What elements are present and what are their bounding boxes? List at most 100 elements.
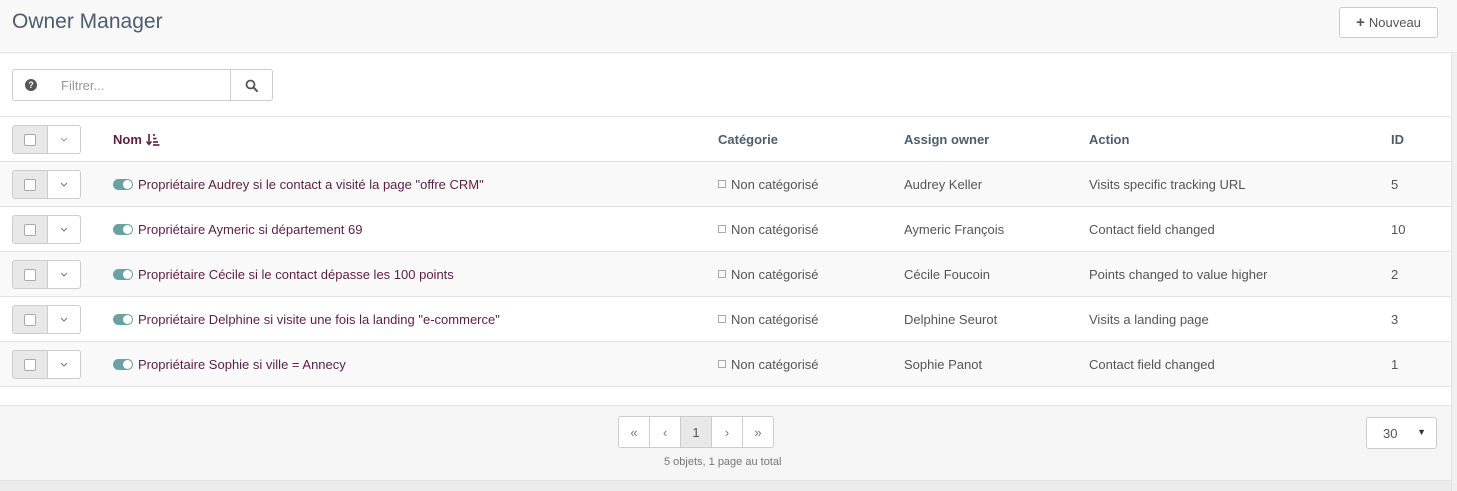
column-header-action[interactable]: Action — [1089, 117, 1129, 161]
published-toggle[interactable] — [113, 178, 133, 190]
chevron-down-icon — [60, 227, 68, 232]
row-select-group — [12, 215, 81, 244]
column-header-owner[interactable]: Assign owner — [904, 117, 989, 161]
category-color-swatch — [718, 225, 726, 233]
category-cell: Non catégorisé — [718, 342, 818, 386]
id-cell: 5 — [1391, 176, 1399, 192]
search-button[interactable] — [230, 69, 273, 101]
action-cell: Points changed to value higher — [1089, 266, 1268, 282]
name-cell: Propriétaire Aymeric si département 69 — [113, 207, 362, 251]
published-toggle[interactable] — [113, 268, 133, 280]
action-cell: Visits a landing page — [1089, 311, 1209, 327]
bulk-actions-dropdown[interactable] — [48, 125, 81, 154]
new-button-label: Nouveau — [1368, 15, 1421, 30]
row-actions-dropdown[interactable] — [48, 305, 81, 334]
row-checkbox[interactable] — [12, 260, 48, 289]
published-toggle[interactable] — [113, 358, 133, 370]
first-page-button[interactable]: « — [618, 416, 650, 448]
plus-icon: + — [1356, 14, 1365, 31]
help-button[interactable]: ? — [12, 69, 50, 101]
name-cell: Propriétaire Delphine si visite une fois… — [113, 297, 500, 341]
question-circle-icon: ? — [25, 79, 37, 91]
category-cell: Non catégorisé — [718, 207, 818, 251]
category-color-swatch — [718, 180, 726, 188]
row-actions-dropdown[interactable] — [48, 170, 81, 199]
rule-name-link[interactable]: Propriétaire Cécile si le contact dépass… — [138, 267, 454, 282]
table-row: Propriétaire Delphine si visite une fois… — [0, 297, 1451, 342]
row-actions-dropdown[interactable] — [48, 260, 81, 289]
prev-page-button[interactable]: ‹ — [649, 416, 681, 448]
filter-input[interactable] — [49, 69, 231, 101]
owner-cell: Delphine Seurot — [904, 311, 998, 327]
rules-table: Nom Catégorie Assign owner Action ID Pro… — [0, 117, 1451, 387]
published-toggle[interactable] — [113, 223, 133, 235]
chevron-down-icon — [60, 272, 68, 277]
list-panel: ? Nom — [0, 54, 1451, 405]
pagination-footer: « ‹ 1 › » 5 objets, 1 page au total 30 ▼ — [0, 405, 1451, 480]
category-cell: Non catégorisé — [718, 162, 818, 206]
row-select-group — [12, 305, 81, 334]
name-cell: Propriétaire Cécile si le contact dépass… — [113, 252, 454, 296]
chevron-down-icon — [60, 182, 68, 187]
filter-toolbar: ? — [0, 54, 1451, 117]
action-cell: Contact field changed — [1089, 221, 1215, 237]
select-all-group — [12, 125, 81, 154]
current-page-button[interactable]: 1 — [680, 416, 712, 448]
column-header-id[interactable]: ID — [1391, 117, 1404, 161]
table-header: Nom Catégorie Assign owner Action ID — [0, 117, 1451, 162]
owner-cell: Audrey Keller — [904, 176, 983, 192]
published-toggle[interactable] — [113, 313, 133, 325]
rule-name-link[interactable]: Propriétaire Aymeric si département 69 — [138, 222, 362, 237]
row-actions-dropdown[interactable] — [48, 350, 81, 379]
table-row: Propriétaire Cécile si le contact dépass… — [0, 252, 1451, 297]
category-color-swatch — [718, 270, 726, 278]
owner-cell: Cécile Foucoin — [904, 266, 990, 282]
id-cell: 10 — [1391, 221, 1406, 237]
last-page-button[interactable]: » — [742, 416, 774, 448]
caret-down-icon: ▼ — [1417, 427, 1426, 437]
action-cell: Contact field changed — [1089, 356, 1215, 372]
row-actions-dropdown[interactable] — [48, 215, 81, 244]
search-icon — [245, 79, 258, 92]
id-cell: 1 — [1391, 356, 1399, 372]
pagination: « ‹ 1 › » — [618, 416, 774, 448]
row-checkbox[interactable] — [12, 350, 48, 379]
row-checkbox[interactable] — [12, 215, 48, 244]
select-all-checkbox[interactable] — [12, 125, 48, 154]
action-cell: Visits specific tracking URL — [1089, 176, 1246, 192]
page-header: Owner Manager + Nouveau — [0, 0, 1457, 53]
id-cell: 2 — [1391, 266, 1399, 282]
row-select-group — [12, 170, 81, 199]
row-select-group — [12, 260, 81, 289]
row-checkbox[interactable] — [12, 305, 48, 334]
row-select-group — [12, 350, 81, 379]
row-checkbox[interactable] — [12, 170, 48, 199]
category-color-swatch — [718, 360, 726, 368]
new-button[interactable]: + Nouveau — [1339, 7, 1438, 38]
chevron-down-icon — [60, 362, 68, 367]
rule-name-link[interactable]: Propriétaire Sophie si ville = Annecy — [138, 357, 346, 372]
next-page-button[interactable]: › — [711, 416, 743, 448]
bottom-strip — [0, 480, 1451, 491]
id-cell: 3 — [1391, 311, 1399, 327]
table-row: Propriétaire Sophie si ville = Annecy No… — [0, 342, 1451, 387]
category-cell: Non catégorisé — [718, 297, 818, 341]
category-cell: Non catégorisé — [718, 252, 818, 296]
rule-name-link[interactable]: Propriétaire Delphine si visite une fois… — [138, 312, 500, 327]
column-header-name[interactable]: Nom — [113, 117, 160, 161]
owner-cell: Sophie Panot — [904, 356, 983, 372]
rule-name-link[interactable]: Propriétaire Audrey si le contact a visi… — [138, 177, 484, 192]
name-cell: Propriétaire Sophie si ville = Annecy — [113, 342, 346, 386]
per-page-select[interactable]: 30 ▼ — [1366, 417, 1437, 449]
chevron-down-icon — [60, 137, 68, 142]
scrollbar-track[interactable] — [1451, 54, 1457, 491]
page-title: Owner Manager — [12, 10, 163, 33]
category-color-swatch — [718, 315, 726, 323]
sort-ascending-icon — [145, 133, 160, 146]
table-row: Propriétaire Audrey si le contact a visi… — [0, 162, 1451, 207]
table-row: Propriétaire Aymeric si département 69 N… — [0, 207, 1451, 252]
owner-cell: Aymeric François — [904, 221, 1005, 237]
name-cell: Propriétaire Audrey si le contact a visi… — [113, 162, 484, 206]
column-header-category[interactable]: Catégorie — [718, 117, 778, 161]
chevron-down-icon — [60, 317, 68, 322]
